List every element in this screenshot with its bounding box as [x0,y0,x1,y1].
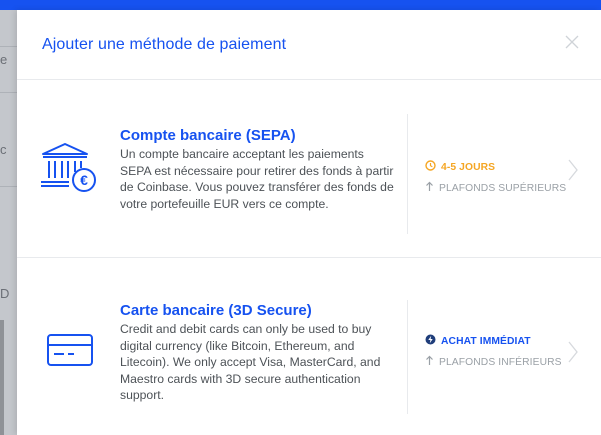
modal-title: Ajouter une méthode de paiement [42,36,287,53]
limit-info: PLAFONDS SUPÉRIEURS [425,181,566,195]
limit-label: PLAFONDS SUPÉRIEURS [439,182,567,194]
background-text-fragment: D [0,286,10,301]
close-icon [565,35,579,49]
add-payment-method-modal: Ajouter une méthode de paiement € Compte… [17,10,601,435]
close-button[interactable] [562,32,582,52]
timing-badge: 4-5 JOURS [425,160,495,174]
background-text-fragment: e [0,52,8,67]
background-top-bar [0,0,601,10]
limit-info: PLAFONDS INFÉRIEURS [425,355,562,369]
lightning-icon [425,334,436,348]
option-title: Carte bancaire (3D Secure) [120,302,312,319]
timing-badge: ACHAT IMMÉDIAT [425,334,531,348]
svg-text:€: € [80,172,88,188]
payment-option-sepa[interactable]: € Compte bancaire (SEPA) Un compte banca… [17,80,601,258]
background-scroll-strip [0,320,4,435]
limit-label: PLAFONDS INFÉRIEURS [439,356,562,368]
timing-label: ACHAT IMMÉDIAT [441,335,531,347]
timing-label: 4-5 JOURS [441,161,496,173]
option-description: Credit and debit cards can only be used … [120,322,381,403]
chevron-right-icon[interactable] [567,340,579,364]
option-description: Un compte bancaire acceptant les paiemen… [120,147,394,211]
option-divider [407,300,408,414]
credit-card-icon [47,334,93,371]
payment-option-card[interactable]: Carte bancaire (3D Secure) Credit and de… [17,258,601,435]
modal-header: Ajouter une méthode de paiement [17,10,601,80]
clock-icon [425,160,436,174]
bank-euro-icon: € [39,140,103,201]
background-text-fragment: c [0,142,7,157]
arrow-up-icon [425,181,434,195]
option-title: Compte bancaire (SEPA) [120,127,296,144]
chevron-right-icon[interactable] [567,158,579,182]
option-divider [407,114,408,234]
arrow-up-icon [425,355,434,369]
